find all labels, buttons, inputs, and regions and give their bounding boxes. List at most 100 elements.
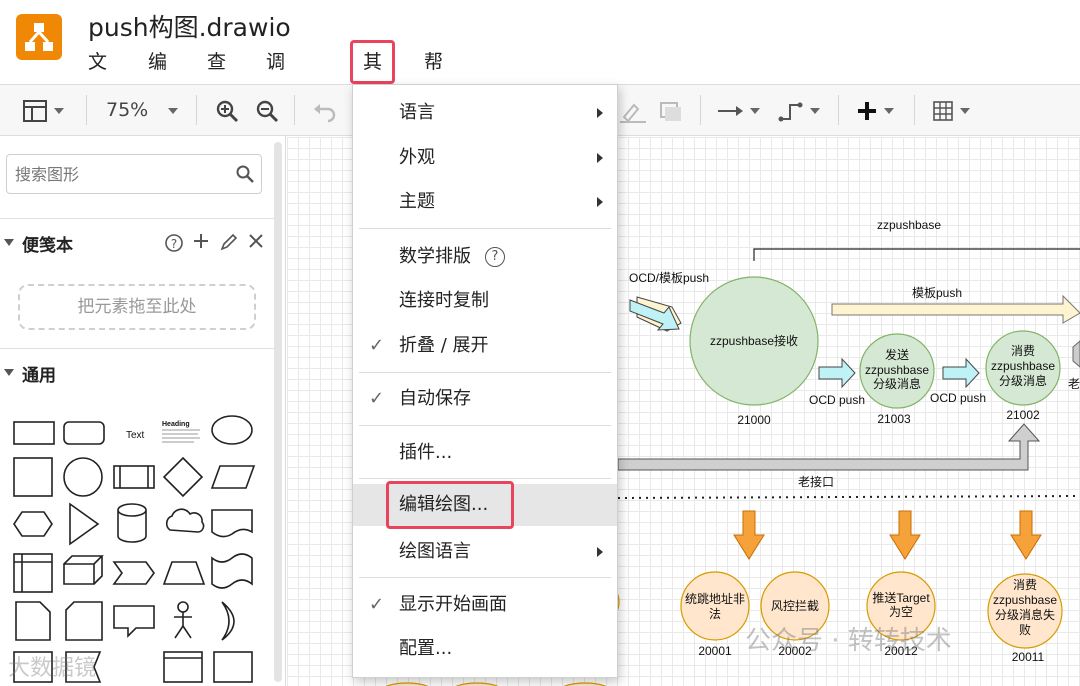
search-icon[interactable] — [235, 164, 255, 184]
scratchpad-header[interactable]: 便笺本 ? — [0, 218, 274, 268]
text-shape: Text — [126, 430, 145, 441]
table-button[interactable] — [932, 95, 970, 125]
partial-arrow — [1072, 340, 1080, 368]
heading-shape: Heading — [162, 421, 200, 443]
tape-shape — [211, 553, 253, 589]
extras-dropdown-menu: 语言 外观 主题 数学排版? 连接时复制 ✓ 折叠 / 展开 ✓ 自动保存 插件..… — [352, 84, 618, 678]
template-push-label: 模板push — [912, 286, 962, 300]
sidebar-scrollbar[interactable] — [274, 142, 282, 682]
checkmark-icon: ✓ — [369, 335, 385, 356]
menu-item-math-typesetting[interactable]: 数学排版? — [353, 236, 617, 278]
ocd-template-push-label: OCD/模板push — [629, 271, 709, 285]
cylinder-shape — [117, 503, 147, 543]
trapezoid-shape — [162, 561, 206, 585]
square-shape — [13, 457, 53, 497]
shadow-button[interactable] — [658, 95, 684, 125]
menu-item-diagram-language[interactable]: 绘图语言 — [353, 531, 617, 573]
layout-button[interactable] — [22, 95, 64, 125]
zoom-level: 75% — [106, 99, 149, 121]
error-node-4-line-4: 败 — [1019, 622, 1031, 637]
scratchpad-drop-zone[interactable]: 把元素拖至此处 — [18, 284, 256, 330]
error-node-4-line-1: 消费 — [1013, 578, 1037, 592]
menu-extras[interactable]: 其它 — [350, 40, 396, 111]
menu-item-language[interactable]: 语言 — [353, 92, 617, 134]
cloud-shape — [165, 508, 205, 533]
menu-item-plugins[interactable]: 插件... — [353, 432, 617, 474]
scratchpad-label: 便笺本 — [22, 236, 73, 256]
menu-item-show-start-screen[interactable]: ✓ 显示开始画面 — [353, 584, 617, 626]
general-shapes-palette[interactable]: Text Heading — [8, 412, 270, 686]
rounded-rectangle-shape — [63, 421, 105, 445]
undo-button[interactable] — [312, 95, 338, 125]
error-node-1-line-2: 法 — [709, 607, 721, 621]
checkmark-icon: ✓ — [369, 594, 385, 615]
group-label: zzpushbase — [877, 218, 941, 232]
scratchpad-help-icon[interactable]: ? — [164, 233, 184, 258]
error-node-1 — [680, 571, 750, 641]
collapse-triangle-icon — [4, 239, 14, 246]
submenu-arrow-icon — [597, 108, 603, 118]
menu-item-appearance[interactable]: 外观 — [353, 137, 617, 179]
insert-button[interactable] — [856, 95, 894, 125]
menu-arrange[interactable]: 调整图形 — [256, 40, 295, 205]
main-node-code: 21000 — [737, 413, 771, 427]
partial-old-label: 老 — [1068, 377, 1080, 391]
zoom-out-button[interactable] — [254, 95, 280, 125]
menu-view[interactable]: 查看 — [197, 40, 236, 117]
source-watermark: 大数据镜 — [8, 656, 97, 681]
undo-icon — [314, 103, 336, 122]
old-interface-arrow — [617, 423, 1041, 471]
line-color-icon — [620, 103, 646, 123]
help-icon[interactable]: ? — [485, 247, 505, 267]
orange-arrow-2 — [889, 510, 921, 560]
menu-help[interactable]: 帮助 — [414, 40, 453, 117]
diamond-shape — [162, 456, 204, 498]
menu-item-theme[interactable]: 主题 — [353, 181, 617, 223]
dotted-separator — [617, 495, 1080, 499]
wechat-watermark: 公众号 · 转转技术 — [745, 626, 952, 656]
menu-file[interactable]: 文件 — [78, 40, 117, 117]
menu-edit[interactable]: 编辑 — [138, 40, 177, 117]
main-node-label: zzpushbase接收 — [710, 333, 798, 348]
ocd-push-arrow-2 — [942, 357, 980, 389]
send-node-line-1: 发送 — [885, 347, 909, 362]
send-node-line-3: 分级消息 — [873, 376, 921, 391]
submenu-arrow-icon — [597, 547, 603, 557]
edit-diagram-highlight-box — [386, 481, 514, 529]
menu-item-copy-on-connect[interactable]: 连接时复制 — [353, 280, 617, 322]
menu-item-collapse-expand[interactable]: ✓ 折叠 / 展开 — [353, 325, 617, 367]
error-node-4-line-3: 分级消息失 — [995, 607, 1055, 622]
menu-item-configuration[interactable]: 配置... — [353, 628, 617, 670]
hexagon-shape — [13, 511, 53, 537]
general-shapes-header[interactable]: 通用 — [0, 348, 274, 398]
zoom-select[interactable]: 75% — [106, 95, 179, 125]
connection-style-button[interactable] — [716, 95, 760, 125]
error-node-1-code: 20001 — [698, 644, 732, 658]
internal-storage-shape — [13, 553, 53, 593]
ocd-push-label-2: OCD push — [930, 391, 986, 405]
ocd-push-arrow-1 — [818, 357, 856, 389]
template-push-arrow — [831, 294, 1080, 324]
layout-icon — [23, 99, 47, 122]
line-color-button[interactable] — [620, 95, 646, 125]
send-node-code: 21003 — [877, 412, 911, 426]
error-node-3-line-1: 推送Target — [872, 590, 930, 605]
waypoint-button[interactable] — [778, 95, 820, 125]
shadow-icon — [660, 101, 681, 121]
or-shape — [221, 601, 235, 641]
shape-sidebar: 便笺本 ? 把元素拖至此处 通用 — [0, 136, 286, 686]
scratchpad-add-icon[interactable] — [193, 233, 209, 254]
scratchpad-close-icon[interactable] — [248, 233, 264, 254]
ellipse-shape — [211, 415, 253, 445]
error-node-4-code: 20011 — [1012, 650, 1045, 664]
zoom-in-button[interactable] — [214, 95, 240, 125]
error-node-4-line-2: zzpushbase — [993, 593, 1057, 607]
scratchpad-edit-icon[interactable] — [220, 233, 238, 256]
menu-item-autosave[interactable]: ✓ 自动保存 — [353, 378, 617, 420]
rectangle-shape — [13, 421, 55, 445]
shape-search-input[interactable] — [15, 161, 225, 187]
submenu-arrow-icon — [597, 153, 603, 163]
list-shape — [213, 651, 253, 683]
swimlane-shape — [163, 651, 203, 683]
error-node-2-line-1: 风控拦截 — [771, 599, 819, 613]
